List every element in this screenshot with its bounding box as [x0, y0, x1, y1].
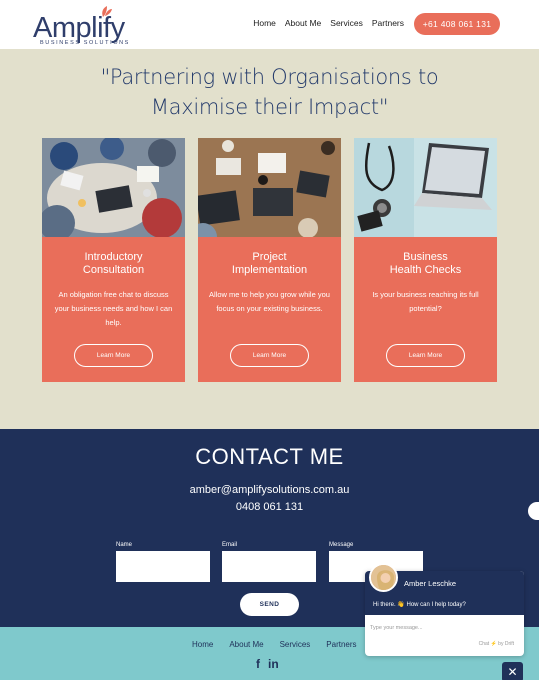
footer-nav-home[interactable]: Home	[192, 640, 213, 649]
nav-partners[interactable]: Partners	[372, 18, 404, 28]
logo-subtitle: BUSINESS SOLUTIONS	[40, 40, 130, 46]
email-label: Email	[222, 542, 238, 548]
chat-greeting: Hi there. 👋 How can I help today?	[373, 602, 466, 608]
nav-services[interactable]: Services	[330, 18, 363, 28]
side-tab[interactable]	[528, 502, 539, 520]
phone-button[interactable]: +61 408 061 131	[414, 13, 500, 35]
chat-message-input[interactable]: Type your message...	[370, 625, 423, 631]
social-links: f in	[256, 657, 279, 671]
send-button[interactable]: SEND	[240, 593, 299, 616]
card-description: Allow me to help you grow while you focu…	[209, 290, 330, 313]
card-title-line1: Project	[252, 251, 287, 263]
name-label: Name	[116, 542, 133, 548]
chat-agent-name: Amber Leschke	[404, 579, 457, 588]
message-label: Message	[329, 542, 354, 548]
learn-more-button[interactable]: Learn More	[74, 344, 153, 367]
chat-branding[interactable]: Chat ⚡ by Drift	[479, 641, 514, 647]
card-title: Introductory Consultation	[42, 251, 185, 277]
email-field[interactable]	[222, 551, 316, 582]
facebook-icon[interactable]: f	[256, 657, 260, 671]
contact-email[interactable]: amber@amplifysolutions.com.au	[0, 484, 539, 496]
card-title-line2: Consultation	[82, 264, 145, 276]
card-title-line1: Business	[403, 251, 448, 263]
card-title-line2: Implementation	[231, 264, 308, 276]
hero-title-line2: Maximise their Impact"	[150, 95, 389, 119]
nav-home[interactable]: Home	[253, 18, 276, 28]
chat-close-button[interactable]: ✕	[502, 662, 523, 680]
card-implementation: Project Implementation Allow me to help …	[198, 138, 341, 382]
card-title: Business Health Checks	[354, 251, 497, 277]
learn-more-button[interactable]: Learn More	[386, 344, 465, 367]
contact-phone[interactable]: 0408 061 131	[0, 501, 539, 513]
footer-nav: Home About Me Services Partners	[192, 640, 357, 649]
footer-nav-about[interactable]: About Me	[229, 640, 263, 649]
card-title-line1: Introductory	[84, 251, 143, 263]
card-title-line2: Health Checks	[389, 264, 462, 276]
logo[interactable]: Amplify BUSINESS SOLUTIONS	[33, 4, 128, 48]
card-title: Project Implementation	[198, 251, 341, 277]
hero-title-line1: "Partnering with Organisations to	[100, 65, 439, 89]
card-description: An obligation free chat to discuss your …	[54, 290, 173, 327]
card-image-stethoscope	[354, 138, 497, 237]
contact-title: CONTACT ME	[195, 444, 344, 469]
leaf-icon	[102, 6, 112, 17]
card-image-desk	[198, 138, 341, 237]
footer-nav-partners[interactable]: Partners	[326, 640, 356, 649]
card-image-meeting	[42, 138, 185, 237]
card-health-checks: Business Health Checks Is your business …	[354, 138, 497, 382]
learn-more-button[interactable]: Learn More	[230, 344, 309, 367]
name-field[interactable]	[116, 551, 210, 582]
footer-nav-services[interactable]: Services	[280, 640, 311, 649]
chat-avatar	[369, 563, 398, 592]
nav-about[interactable]: About Me	[285, 18, 321, 28]
linkedin-icon[interactable]: in	[268, 657, 279, 671]
hero-title: "Partnering with Organisations to Maximi…	[0, 62, 539, 122]
site-header: Amplify BUSINESS SOLUTIONS Home About Me…	[0, 0, 539, 49]
main-nav: Home About Me Services Partners	[253, 18, 404, 28]
card-description: Is your business reaching its full poten…	[372, 290, 479, 313]
card-consultation: Introductory Consultation An obligation …	[42, 138, 185, 382]
